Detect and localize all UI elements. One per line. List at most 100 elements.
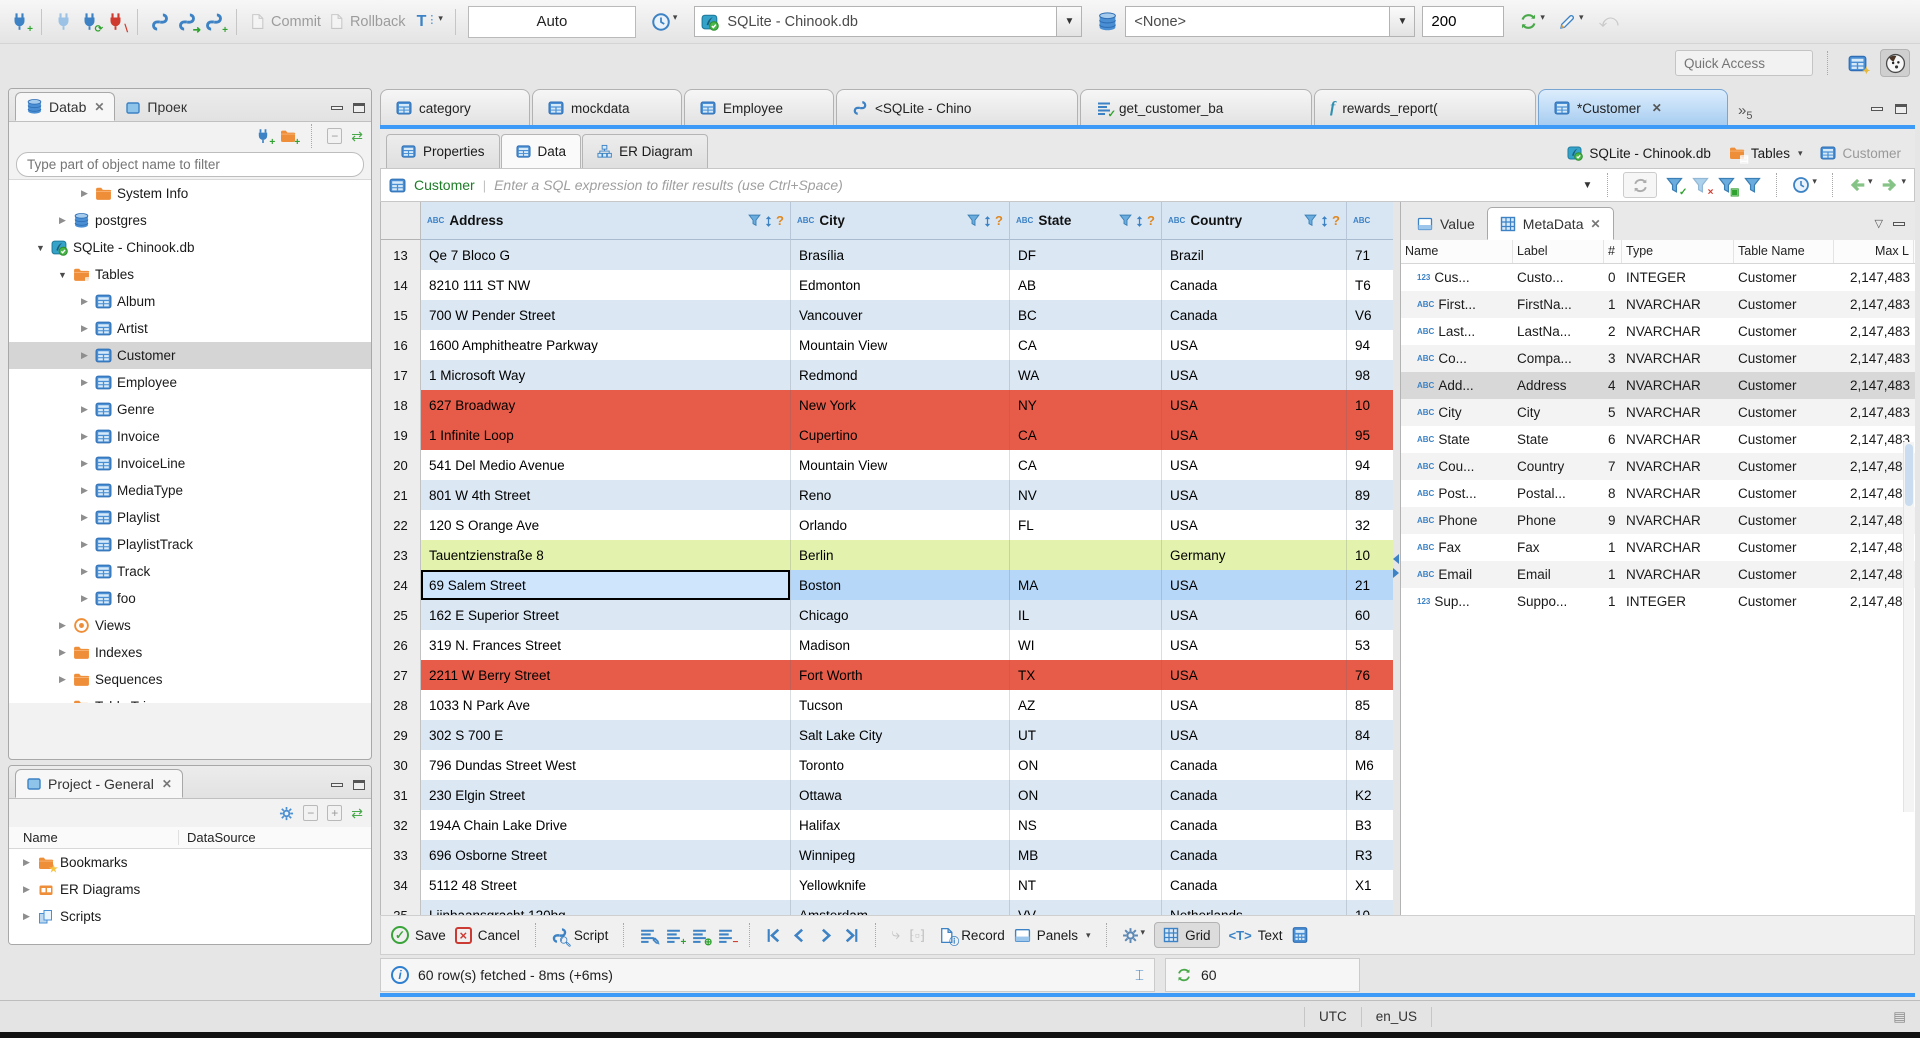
grid-cell[interactable]: Cupertino bbox=[791, 420, 1010, 450]
panels-button[interactable]: Panels ▾ bbox=[1014, 927, 1091, 944]
next-row-icon[interactable] bbox=[817, 927, 834, 944]
metadata-row-state[interactable]: ABC State State 6 NVARCHAR Customer 2,147,483 bbox=[1401, 426, 1915, 453]
add-row-icon[interactable]: + bbox=[665, 927, 686, 947]
expand-arrow-icon[interactable]: ▶ bbox=[79, 296, 90, 307]
grid-cell[interactable]: 700 W Pender Street bbox=[421, 300, 791, 330]
grid-cell[interactable]: 230 Elgin Street bbox=[421, 780, 791, 810]
expand-arrow-icon[interactable]: ▶ bbox=[79, 188, 90, 199]
previous-row-icon[interactable] bbox=[791, 927, 808, 944]
grid-cell[interactable]: WA bbox=[1010, 360, 1162, 390]
dbeaver-perspective-button[interactable] bbox=[1880, 49, 1910, 77]
table-row[interactable]: 21 801 W 4th Street Reno NV USA 89 bbox=[381, 480, 1393, 510]
column-header-state[interactable]: ABC State? bbox=[1010, 202, 1162, 240]
grid-cell[interactable]: DF bbox=[1010, 240, 1162, 270]
meta-column-name[interactable]: Name bbox=[1401, 240, 1513, 263]
row-number[interactable]: 29 bbox=[381, 720, 421, 750]
timezone-indicator[interactable]: UTC bbox=[1319, 1009, 1347, 1024]
row-number[interactable]: 16 bbox=[381, 330, 421, 360]
pin-icon[interactable]: ⌶ bbox=[1135, 967, 1144, 984]
table-row[interactable]: 26 319 N. Frances Street Madison WI USA 53 bbox=[381, 630, 1393, 660]
grid-cell[interactable]: 1600 Amphitheatre Parkway bbox=[421, 330, 791, 360]
grid-cell[interactable]: AZ bbox=[1010, 690, 1162, 720]
metadata-row-country[interactable]: ABC Cou... Country 7 NVARCHAR Customer 2,147,4… bbox=[1401, 453, 1915, 480]
new-connection-icon[interactable]: + bbox=[255, 128, 275, 148]
tab-database-navigator[interactable]: Datab ✕ bbox=[15, 92, 116, 121]
expand-arrow-icon[interactable]: ▶ bbox=[79, 350, 90, 361]
previous-page-icon[interactable]: ▾ bbox=[1848, 176, 1872, 194]
grid-cell[interactable]: 1033 N Park Ave bbox=[421, 690, 791, 720]
grid-cell[interactable]: Netherlands bbox=[1162, 900, 1347, 915]
editor-tab-category[interactable]: category bbox=[380, 89, 530, 126]
metadata-row-fax[interactable]: ABC Fax Fax 1 NVARCHAR Customer 2,147,483 bbox=[1401, 534, 1915, 561]
format-button[interactable]: ▾ bbox=[1558, 12, 1583, 31]
grid-cell[interactable]: T6 bbox=[1347, 270, 1393, 300]
expand-arrow-icon[interactable]: ▶ bbox=[57, 215, 68, 226]
grid-cell[interactable]: USA bbox=[1162, 600, 1347, 630]
grid-cell[interactable]: 2211 W Berry Street bbox=[421, 660, 791, 690]
grid-cell[interactable]: 541 Del Medio Avenue bbox=[421, 450, 791, 480]
grid-cell[interactable]: USA bbox=[1162, 570, 1347, 600]
table-row[interactable]: 24 69 Salem Street Boston MA USA 21 bbox=[381, 570, 1393, 600]
grid-cell[interactable]: USA bbox=[1162, 660, 1347, 690]
grid-cell[interactable]: USA bbox=[1162, 390, 1347, 420]
grid-cell[interactable]: Redmond bbox=[791, 360, 1010, 390]
meta-column-type[interactable]: Type bbox=[1622, 240, 1734, 263]
expand-arrow-icon[interactable]: ▶ bbox=[79, 323, 90, 334]
tree-item-table-triggers[interactable]: ▶ Table Triggers bbox=[9, 693, 371, 703]
grid-cell[interactable]: 120 S Orange Ave bbox=[421, 510, 791, 540]
tree-item-album[interactable]: ▶ Album bbox=[9, 288, 371, 315]
filter-help-icon[interactable]: ? bbox=[1147, 213, 1155, 228]
expand-arrow-icon[interactable]: ▶ bbox=[57, 674, 68, 685]
editor-tab-mockdata[interactable]: mockdata bbox=[532, 89, 682, 126]
progress-area-icon[interactable]: ▤ bbox=[1893, 1009, 1906, 1025]
grid-cell[interactable]: NY bbox=[1010, 390, 1162, 420]
metadata-row-address[interactable]: ABC Add... Address 4 NVARCHAR Customer 2,147,4… bbox=[1401, 372, 1915, 399]
chevron-down-icon[interactable]: ▾ bbox=[1798, 148, 1803, 159]
grid-cell[interactable]: 21 bbox=[1347, 570, 1393, 600]
filter-help-icon[interactable]: ? bbox=[995, 213, 1003, 228]
grid-cell[interactable]: 10 bbox=[1347, 540, 1393, 570]
grid-cell[interactable]: IL bbox=[1010, 600, 1162, 630]
grid-cell[interactable]: USA bbox=[1162, 630, 1347, 660]
tree-item-sqlite-chinook-db[interactable]: ▼ SQLite - Chinook.db bbox=[9, 234, 371, 261]
breadcrumb-sqlite-chinook-db[interactable]: SQLite - Chinook.db bbox=[1567, 145, 1711, 161]
grid-cell[interactable]: CA bbox=[1010, 330, 1162, 360]
editor-tab-get-customer-ba[interactable]: ✓ get_customer_ba bbox=[1080, 89, 1312, 126]
minimize-icon[interactable] bbox=[1871, 107, 1883, 111]
row-number[interactable]: 34 bbox=[381, 870, 421, 900]
expand-arrow-icon[interactable]: ▶ bbox=[79, 566, 90, 577]
expand-arrow-icon[interactable]: ▶ bbox=[79, 485, 90, 496]
expand-arrow-icon[interactable]: ▶ bbox=[79, 458, 90, 469]
metadata-row-suppo[interactable]: 123 Sup... Suppo... 1 INTEGER Customer 2,147,4… bbox=[1401, 588, 1915, 615]
grid-cell[interactable]: Canada bbox=[1162, 780, 1347, 810]
grid-cell[interactable]: NS bbox=[1010, 810, 1162, 840]
reconnect-button[interactable]: ⟳ bbox=[80, 12, 103, 35]
meta-column-label[interactable]: Label bbox=[1513, 240, 1604, 263]
script-button[interactable]: 🔍︎ Script bbox=[551, 927, 608, 947]
table-row[interactable]: 25 162 E Superior Street Chicago IL USA 60 bbox=[381, 600, 1393, 630]
grid-cell[interactable]: 5112 48 Street bbox=[421, 870, 791, 900]
grid-cell[interactable]: Toronto bbox=[791, 750, 1010, 780]
grid-cell[interactable]: Tucson bbox=[791, 690, 1010, 720]
tab-overflow-indicator[interactable]: »5 bbox=[1730, 102, 1760, 126]
table-row[interactable]: 13 Qe 7 Bloco G Brasília DF Brazil 71 bbox=[381, 240, 1393, 270]
expand-arrow-icon[interactable]: ▶ bbox=[79, 404, 90, 415]
rollback-button[interactable]: Rollback bbox=[328, 13, 406, 30]
editor-tab-rewards-report[interactable]: f rewards_report( bbox=[1314, 89, 1536, 126]
grid-cell[interactable]: Ottawa bbox=[791, 780, 1010, 810]
tree-item-tables[interactable]: ▼ ▤ Tables bbox=[9, 261, 371, 288]
tree-item-playlisttrack[interactable]: ▶ PlaylistTrack bbox=[9, 531, 371, 558]
settings-gear-icon[interactable]: ▾ bbox=[1122, 927, 1145, 944]
grid-cell[interactable]: Canada bbox=[1162, 810, 1347, 840]
row-number[interactable]: 22 bbox=[381, 510, 421, 540]
grid-cell[interactable]: Canada bbox=[1162, 870, 1347, 900]
grid-cell[interactable]: USA bbox=[1162, 480, 1347, 510]
grid-cell[interactable] bbox=[1010, 540, 1162, 570]
subtab-properties[interactable]: Properties bbox=[386, 134, 500, 168]
filter-help-icon[interactable]: ? bbox=[1332, 213, 1340, 228]
collapse-all-icon[interactable]: − bbox=[327, 128, 343, 144]
grid-cell[interactable]: 1 Infinite Loop bbox=[421, 420, 791, 450]
tree-item-invoiceline[interactable]: ▶ InvoiceLine bbox=[9, 450, 371, 477]
grid-cell[interactable]: 94 bbox=[1347, 330, 1393, 360]
table-row[interactable]: 15 700 W Pender Street Vancouver BC Canada V6 bbox=[381, 300, 1393, 330]
